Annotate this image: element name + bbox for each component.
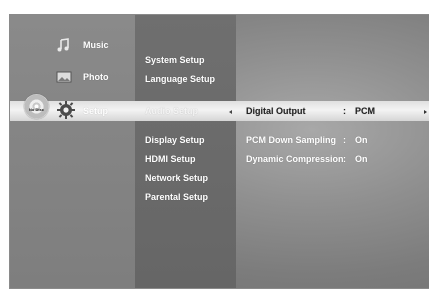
option-label-digital-output[interactable]: Digital Output [246, 106, 306, 116]
option-separator: : [343, 106, 346, 116]
option-value-digital-output[interactable]: PCM [355, 106, 375, 116]
setup-item-audio[interactable]: Audio Setup [145, 106, 198, 116]
setup-item-language[interactable]: Language Setup [145, 74, 215, 84]
option-value-dynamic-compression[interactable]: On [355, 154, 368, 164]
option-separator: : [343, 135, 346, 145]
setup-item-display[interactable]: Display Setup [145, 135, 205, 145]
main-menu-column [10, 15, 135, 288]
value-arrow-icon [424, 110, 427, 114]
audio-setup-panel [236, 15, 429, 288]
gear-icon [56, 100, 76, 120]
setup-item-network[interactable]: Network Setup [145, 173, 208, 183]
menu-item-setup[interactable]: Setup [83, 106, 108, 116]
menu-item-photo[interactable]: Photo [83, 72, 109, 82]
tv-screen: Music Photo No Disc Setup System Setup L… [9, 14, 429, 289]
option-separator: : [343, 154, 346, 164]
submenu-arrow-icon [229, 110, 232, 114]
setup-item-system[interactable]: System Setup [145, 55, 205, 65]
option-value-pcm-down-sampling[interactable]: On [355, 135, 368, 145]
photo-icon [56, 71, 72, 83]
option-label-pcm-down-sampling[interactable]: PCM Down Sampling [246, 135, 336, 145]
disc-status-label: No Disc [29, 107, 44, 112]
music-note-icon [56, 37, 72, 53]
option-label-dynamic-compression[interactable]: Dynamic Compression [246, 154, 344, 164]
setup-item-parental[interactable]: Parental Setup [145, 192, 208, 202]
app-frame: Music Photo No Disc Setup System Setup L… [0, 0, 429, 289]
menu-item-music[interactable]: Music [83, 40, 109, 50]
setup-item-hdmi[interactable]: HDMI Setup [145, 154, 196, 164]
